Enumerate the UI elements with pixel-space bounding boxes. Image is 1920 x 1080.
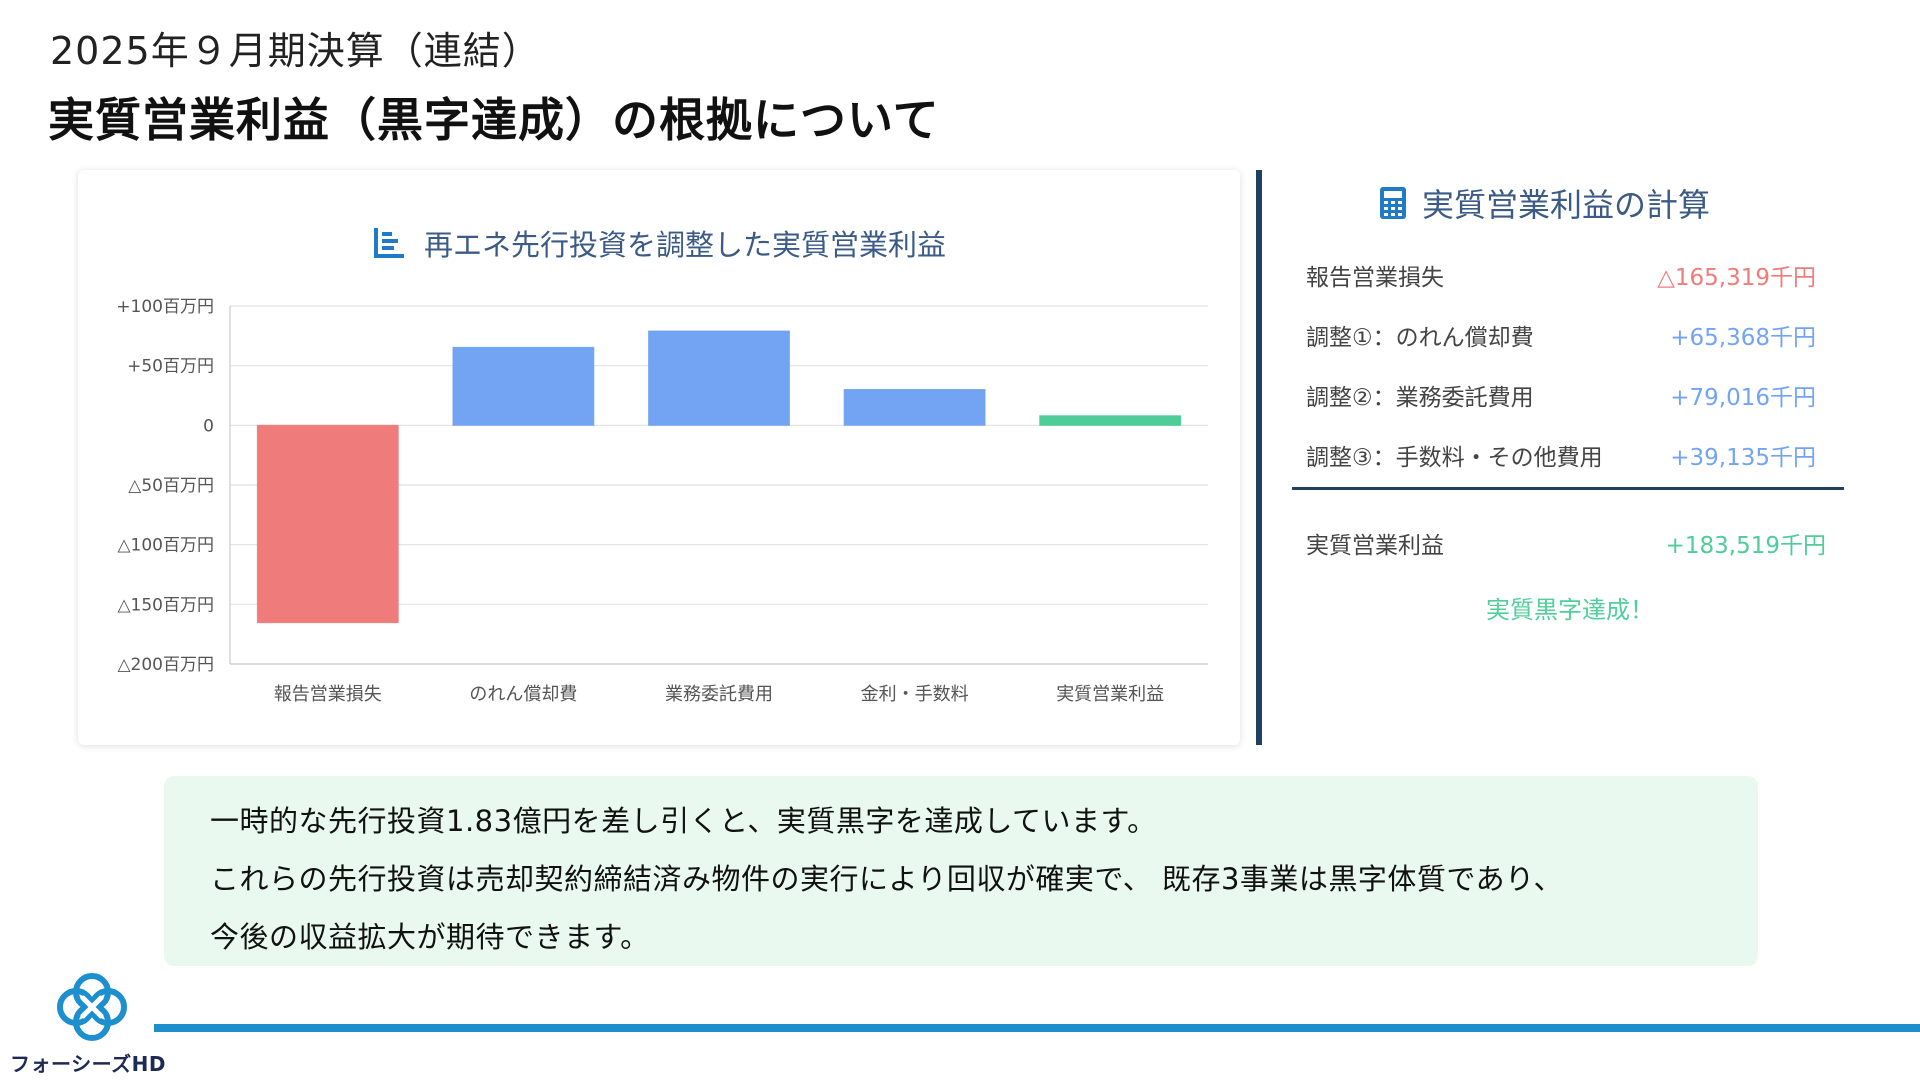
- y-tick-label: +100百万円: [116, 297, 214, 317]
- page-title: 実質営業利益（黒字達成）の根拠について: [48, 93, 940, 147]
- y-tick-label: △150百万円: [117, 595, 214, 615]
- company-name: フォーシーズHD: [10, 1052, 166, 1076]
- calc-row-value: △165,319千円: [1657, 265, 1816, 291]
- calc-title: 実質営業利益の計算: [1422, 186, 1711, 224]
- calc-divider: [1292, 487, 1844, 490]
- summary-note: 一時的な先行投資1.83億円を差し引くと、実質黒字を達成しています。 これらの先…: [164, 776, 1758, 966]
- bar-2: [452, 346, 595, 426]
- calc-row-label: 調整②：業務委託費用: [1306, 385, 1534, 411]
- calc-row-value: +79,016千円: [1670, 385, 1816, 411]
- calc-row-reported-loss: 報告営業損失 △165,319千円: [1306, 258, 1826, 298]
- note-line: 一時的な先行投資1.83億円を差し引くと、実質黒字を達成しています。: [210, 804, 1157, 838]
- page-subtitle: 2025年９月期決算（連結）: [50, 29, 541, 73]
- note-line: これらの先行投資は売却契約締結済み物件の実行により回収が確実で、 既存3事業は黒…: [210, 862, 1563, 896]
- y-tick-label: +50百万円: [127, 357, 214, 377]
- x-category-label: 金利・手数料: [861, 684, 969, 705]
- bar-5: [1039, 415, 1182, 426]
- bar-1: [256, 424, 399, 624]
- calc-total-label: 実質営業利益: [1306, 533, 1444, 559]
- y-tick-label: 0: [203, 416, 214, 436]
- calc-row-value: +39,135千円: [1670, 445, 1816, 471]
- company-logo-icon: [57, 973, 127, 1041]
- calc-row-total: 実質営業利益 +183,519千円: [1306, 526, 1826, 566]
- footer-rule: [154, 1024, 1920, 1032]
- bar-chart: +100百万円 +50百万円 0 △50百万円 △100百万円 △150百万円 △200百万…: [116, 297, 1208, 705]
- calc-panel: 実質営業利益の計算 報告営業損失 △165,319千円 調整①：のれん償却費 +…: [1290, 170, 1850, 670]
- chart-card: 再エネ先行投資を調整した実質営業利益 +100百万円 +50百万円 0 △50百万円 △…: [78, 170, 1240, 745]
- bar-4: [843, 389, 986, 426]
- calc-row-label: 調整③：手数料・その他費用: [1306, 445, 1603, 471]
- calc-total-value: +183,519千円: [1665, 533, 1826, 559]
- bar-3: [648, 330, 790, 426]
- vertical-divider: [1256, 170, 1262, 745]
- y-tick-label: △50百万円: [128, 476, 214, 496]
- x-category-label: のれん償却費: [469, 684, 577, 705]
- achieved-message: 実質黒字達成！: [1486, 596, 1654, 624]
- y-tick-label: △100百万円: [117, 536, 214, 556]
- calc-row-adjust-2: 調整②：業務委託費用 +79,016千円: [1306, 378, 1826, 418]
- calc-row-value: +65,368千円: [1670, 325, 1816, 351]
- y-tick-label: △200百万円: [117, 655, 214, 675]
- calc-row-label: 報告営業損失: [1306, 265, 1444, 291]
- x-category-label: 実質営業利益: [1056, 684, 1164, 705]
- x-category-label: 報告営業損失: [274, 684, 382, 705]
- x-category-label: 業務委託費用: [665, 684, 773, 705]
- calc-row-label: 調整①：のれん償却費: [1306, 325, 1534, 351]
- calc-heading: 実質営業利益の計算: [1380, 180, 1710, 226]
- note-line: 今後の収益拡大が期待できます。: [210, 920, 650, 954]
- calculator-icon: [1380, 187, 1406, 219]
- calc-row-adjust-3: 調整③：手数料・その他費用 +39,135千円: [1306, 438, 1826, 478]
- calc-row-adjust-1: 調整①：のれん償却費 +65,368千円: [1306, 318, 1826, 358]
